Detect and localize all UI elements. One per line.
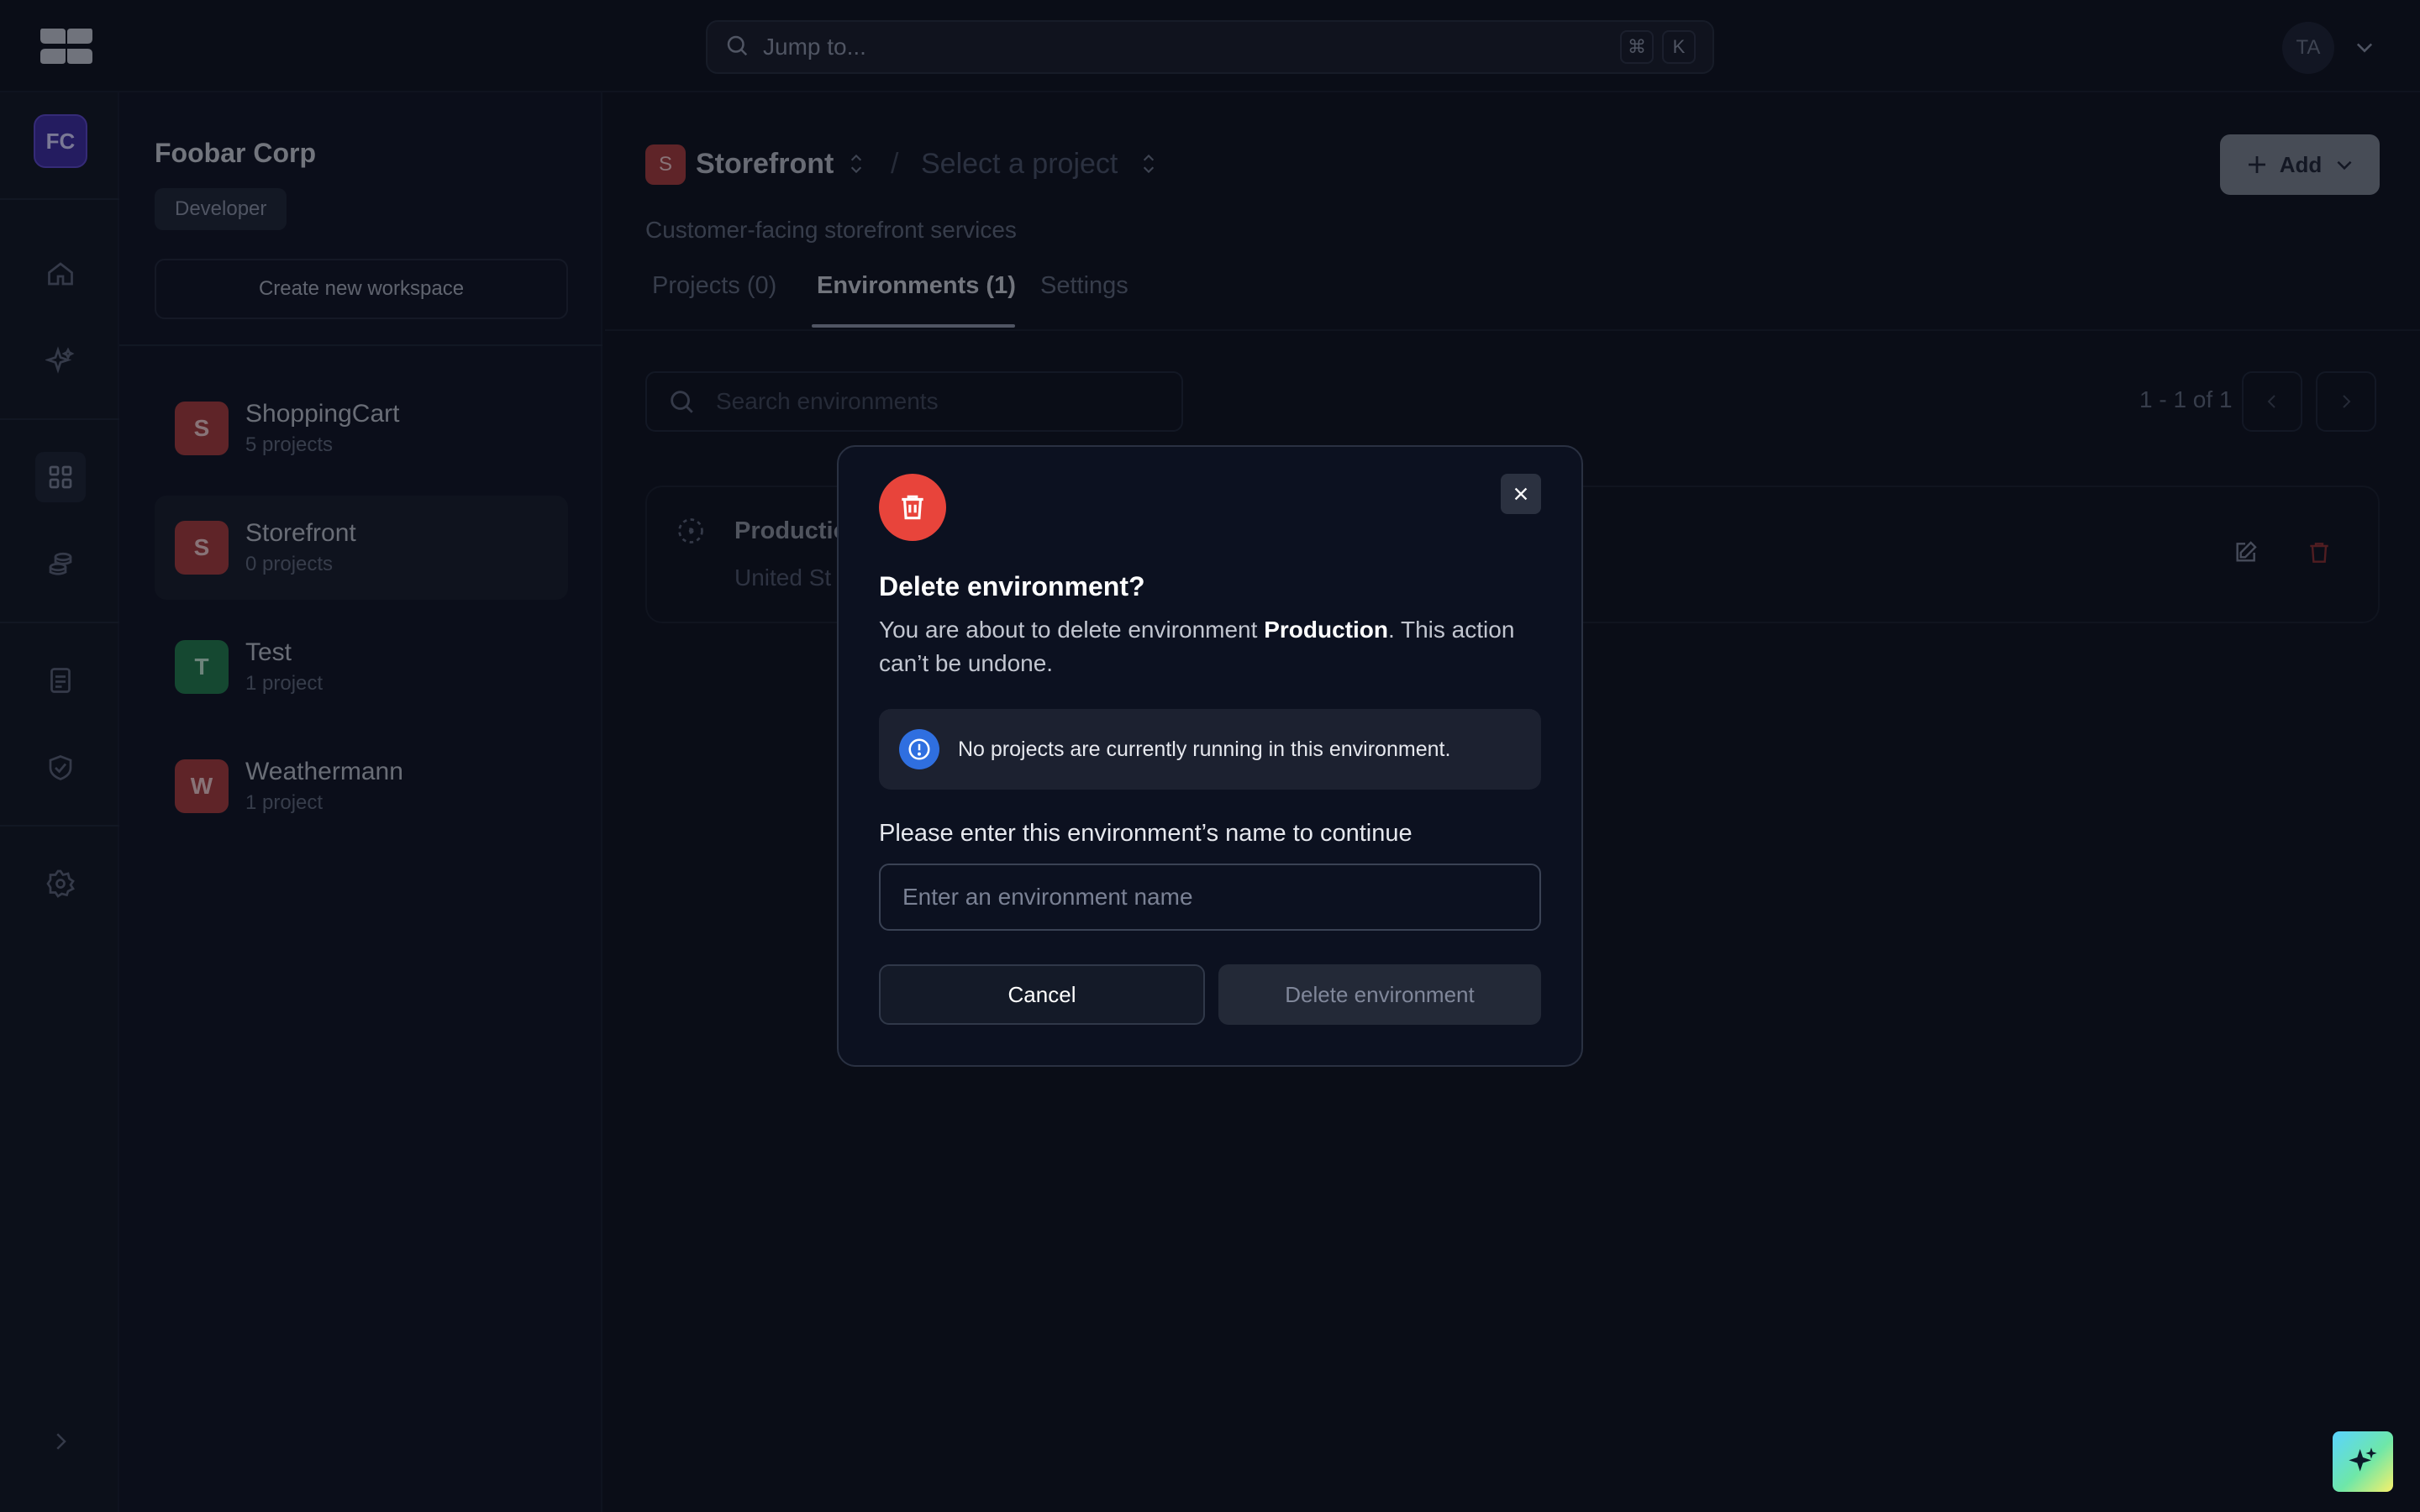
delete-environment-button[interactable]: Delete environment [1218,964,1541,1025]
close-modal-button[interactable] [1501,474,1541,514]
confirm-name-label: Please enter this environment’s name to … [879,820,1413,847]
sparkle-icon [2349,1447,2377,1472]
info-message: No projects are currently running in thi… [958,737,1451,761]
trash-icon [879,474,946,541]
close-icon [1514,487,1528,501]
cancel-button[interactable]: Cancel [879,964,1205,1025]
info-callout: No projects are currently running in thi… [879,709,1541,790]
modal-description-prefix: You are about to delete environment [879,617,1265,643]
modal-description: You are about to delete environment Prod… [879,613,1526,680]
environment-name-highlight: Production [1264,617,1388,643]
info-icon [899,729,939,769]
environment-name-input[interactable] [879,864,1541,931]
modal-title: Delete environment? [879,571,1145,601]
ai-assistant-button[interactable] [2333,1431,2393,1492]
